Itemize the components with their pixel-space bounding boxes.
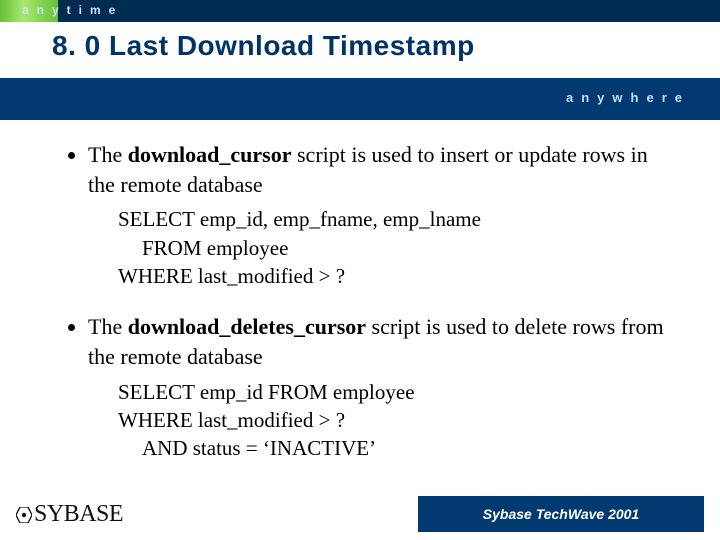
code-line: SELECT emp_id FROM employee (110, 378, 720, 406)
code-line: SELECT emp_id, emp_fname, emp_lname (110, 205, 720, 233)
bullet-2-pre: The (88, 314, 128, 339)
code-line: WHERE last_modified > ? (110, 406, 720, 434)
tagline-anywhere: anywhere (566, 90, 690, 105)
code-line: WHERE last_modified > ? (110, 262, 720, 290)
slide-title: 8. 0 Last Download Timestamp (0, 22, 720, 62)
bullet-1-pre: The (88, 142, 128, 167)
code-block-2: SELECT emp_id FROM employee WHERE last_m… (110, 378, 720, 463)
top-strip: anytime (0, 0, 720, 22)
sybase-logo: SYBASE (16, 501, 123, 528)
sybase-hex-icon (16, 507, 32, 523)
bullet-2-bold: download_deletes_cursor (128, 314, 366, 339)
sybase-logo-text: SYBASE (34, 501, 123, 527)
blue-strip: anywhere (0, 78, 720, 120)
tagline-anytime: anytime (22, 3, 123, 17)
code-line: AND status = ‘INACTIVE’ (110, 434, 720, 462)
techwave-text: Sybase TechWave 2001 (483, 506, 639, 522)
bullet-1-bold: download_cursor (128, 142, 292, 167)
content-area: The download_cursor script is used to in… (0, 132, 720, 485)
techwave-badge: Sybase TechWave 2001 (418, 496, 704, 532)
code-block-1: SELECT emp_id, emp_fname, emp_lname FROM… (110, 205, 720, 290)
footer: SYBASE Sybase TechWave 2001 (16, 488, 704, 532)
title-bar: 8. 0 Last Download Timestamp (0, 22, 720, 80)
bullet-1: The download_cursor script is used to in… (88, 140, 670, 199)
code-line: FROM employee (110, 234, 720, 262)
bullet-2: The download_deletes_cursor script is us… (88, 312, 670, 371)
